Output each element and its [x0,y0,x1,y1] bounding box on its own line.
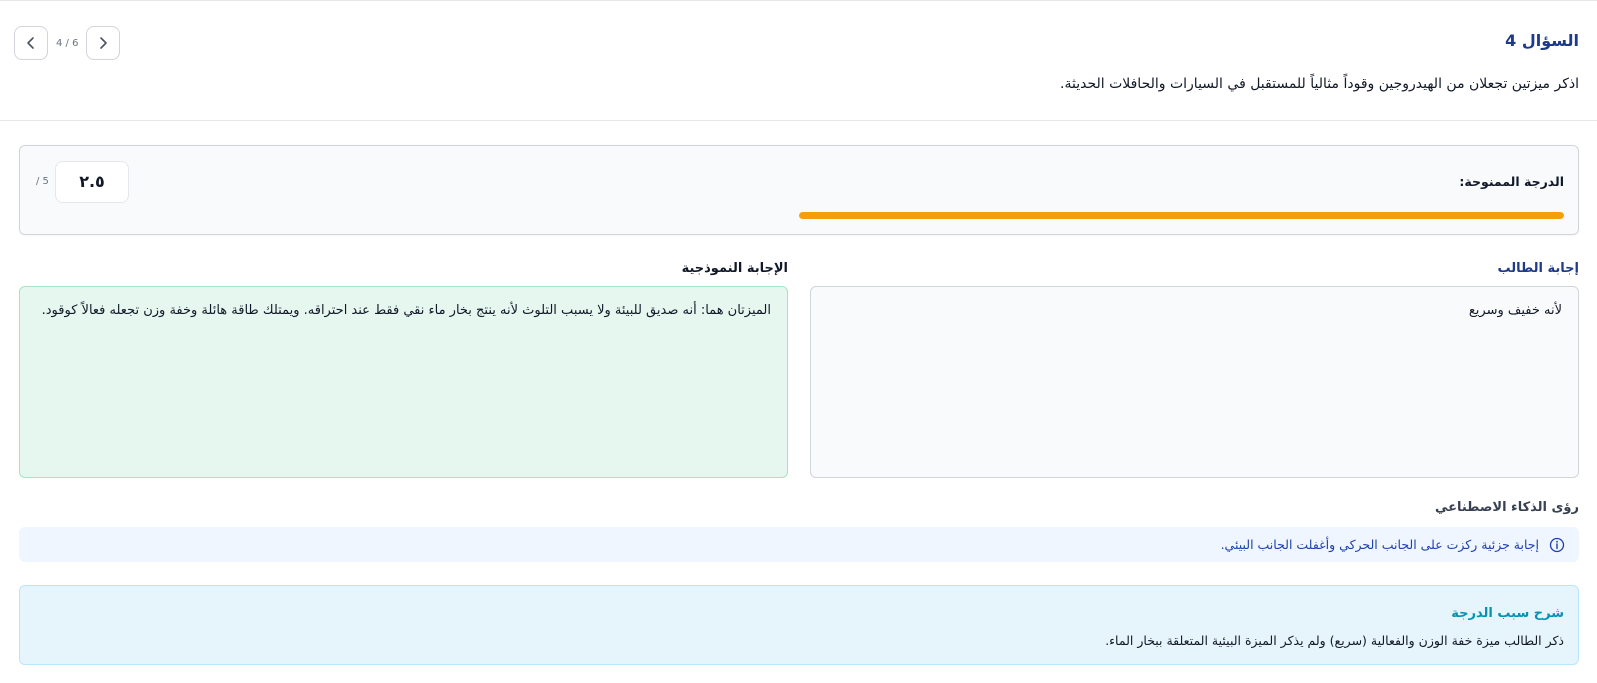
info-icon [1549,537,1565,552]
score-progress-fill [799,212,1564,219]
question-title: السؤال 4 [1505,31,1579,50]
score-explanation-box: شرح سبب الدرجة ذكر الطالب ميزة خفة الوزن… [19,585,1579,665]
score-input[interactable]: ٢.٥ [55,161,129,203]
explanation-text: ذكر الطالب ميزة خفة الوزن والفعالية (سري… [1105,633,1564,648]
previous-question-button[interactable] [14,26,48,60]
score-label: الدرجة الممنوحة: [1459,174,1564,189]
ai-insight-text: إجابة جزئية ركزت على الجانب الحركي وأغفل… [1220,537,1539,552]
student-answer-label: إجابة الطالب [1497,261,1579,276]
question-text: اذكر ميزتين تجعلان من الهيدروجين وقوداً … [1060,76,1579,92]
score-progress-track [799,212,1564,219]
model-answer-label: الإجابة النموذجية [681,261,788,276]
score-card: الدرجة الممنوحة: ٢.٥ / 5 [19,145,1579,235]
question-header: السؤال 4 اذكر ميزتين تجعلان من الهيدروجي… [0,1,1597,121]
question-counter: 4 / 6 [56,37,79,49]
chevron-left-icon [27,37,34,49]
question-navigation: 4 / 6 [14,25,121,61]
explanation-title: شرح سبب الدرجة [1451,606,1564,621]
ai-insights-label: رؤى الذكاء الاصطناعي [1434,500,1579,515]
student-answer-box: لأنه خفيف وسريع [810,286,1579,478]
score-max: / 5 [36,176,49,187]
ai-insight-box: إجابة جزئية ركزت على الجانب الحركي وأغفل… [19,527,1579,562]
next-question-button[interactable] [86,26,121,60]
model-answer-box: الميزتان هما: أنه صديق للبيئة ولا يسبب ا… [19,286,788,478]
chevron-right-icon [100,37,108,49]
